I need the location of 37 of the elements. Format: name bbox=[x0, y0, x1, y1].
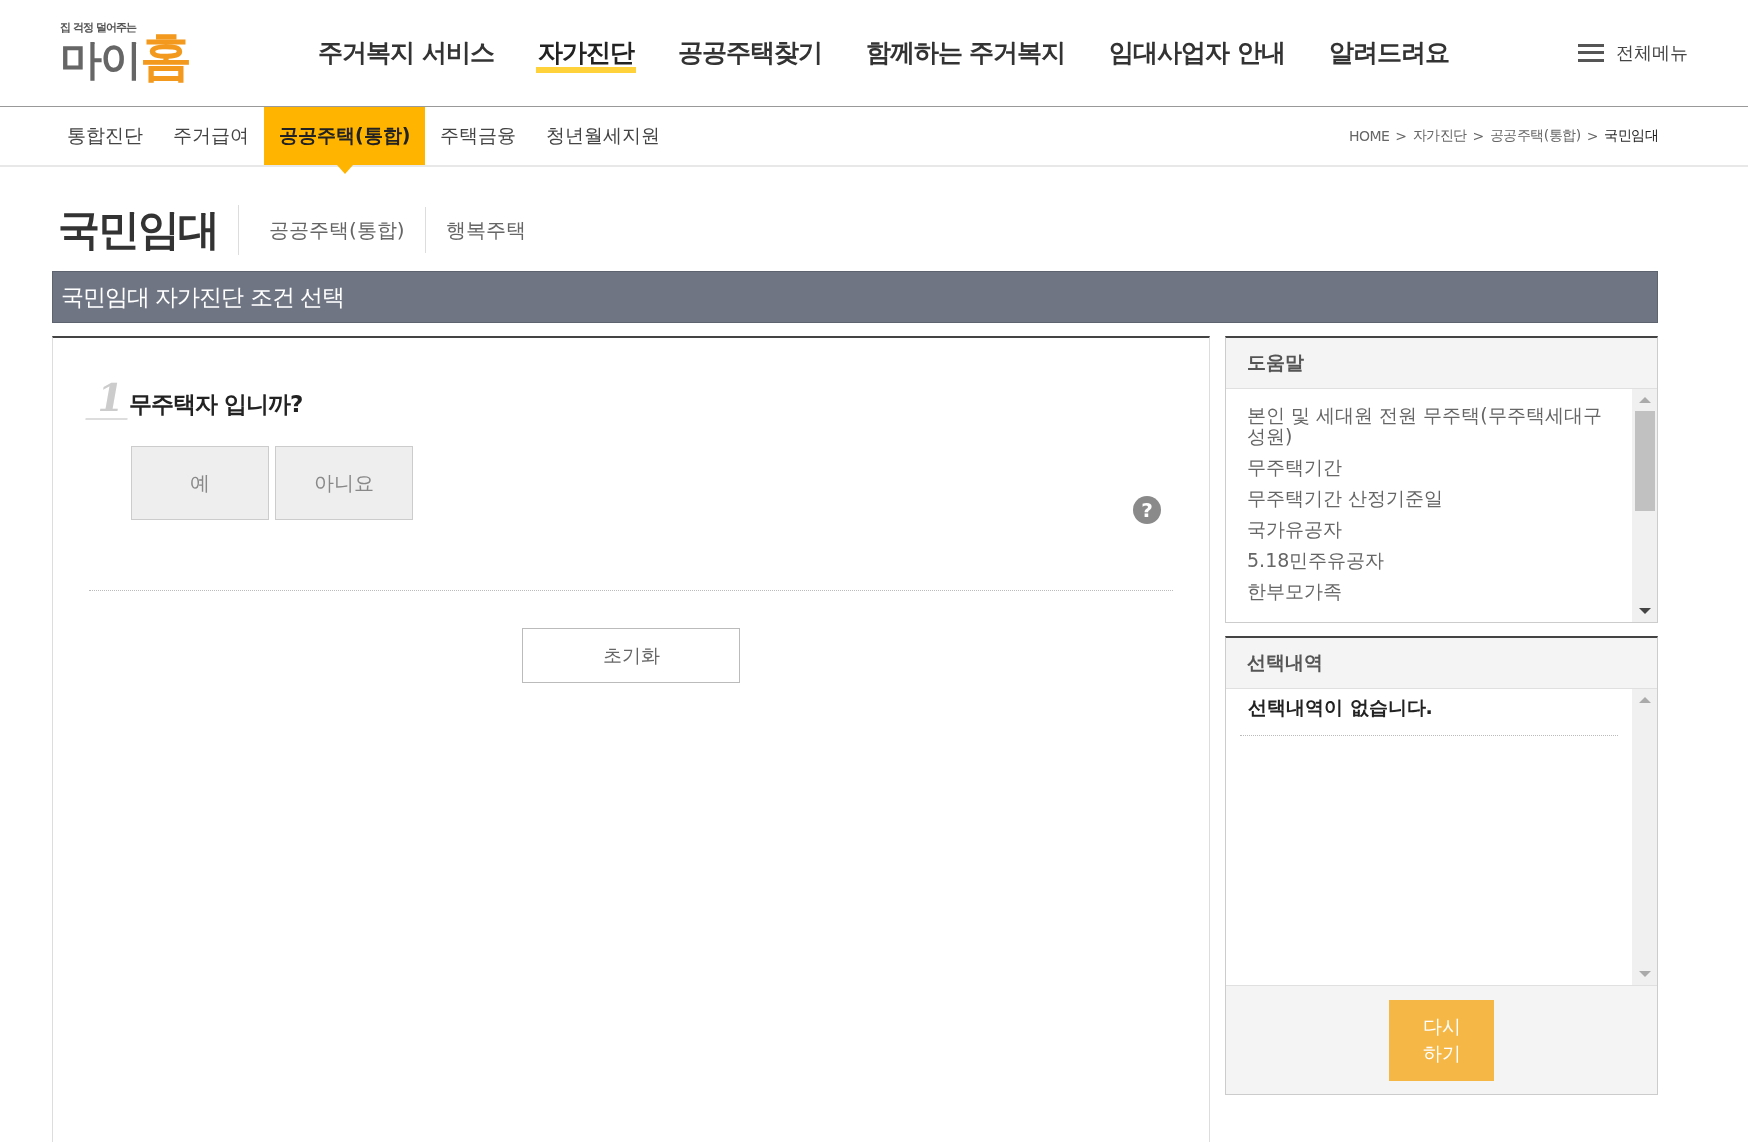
menu-icon[interactable] bbox=[1578, 44, 1604, 62]
tab-pointer-icon bbox=[336, 165, 353, 174]
breadcrumb-link[interactable]: 자가진단 bbox=[1412, 127, 1467, 145]
main-nav-link[interactable]: 공공주택찾기 bbox=[675, 39, 824, 67]
empty-message: 선택내역이 없습니다. bbox=[1240, 689, 1618, 736]
help-topic-link[interactable]: 무주택기간 산정기준일 bbox=[1247, 488, 1612, 509]
sub-nav-tab[interactable]: 통합진단 bbox=[52, 107, 158, 165]
help-topic-link[interactable]: 5.18민주유공자 bbox=[1247, 550, 1612, 571]
main-nav-link[interactable]: 임대사업자 안내 bbox=[1107, 39, 1288, 67]
breadcrumb-link[interactable]: HOME bbox=[1348, 128, 1390, 144]
scrollbar[interactable] bbox=[1632, 689, 1657, 985]
breadcrumb-separator: > bbox=[1472, 128, 1484, 144]
page-link[interactable]: 행복주택 bbox=[425, 207, 546, 253]
help-topic-link[interactable]: 국가유공자 bbox=[1247, 519, 1612, 540]
logo-tagline: 집 걱정 덜어주는 bbox=[60, 19, 138, 35]
main-nav-link[interactable]: 주거복지 서비스 bbox=[316, 39, 496, 67]
reset-button[interactable]: 초기화 bbox=[522, 628, 740, 683]
breadcrumb-link[interactable]: 공공주택(통합) bbox=[1489, 127, 1581, 145]
logo[interactable]: 마이홈 bbox=[60, 34, 210, 81]
page-link[interactable]: 공공주택(통합) bbox=[249, 207, 426, 253]
page-title: 국민임대 bbox=[58, 205, 239, 255]
scrollbar[interactable] bbox=[1632, 389, 1657, 622]
sub-nav-tab[interactable]: 주택금융 bbox=[425, 107, 532, 165]
section-title-bar: 국민임대 자가진단 조건 선택 bbox=[52, 271, 1658, 323]
main-nav-link[interactable]: 함께하는 주거복지 bbox=[863, 39, 1068, 67]
sub-nav-tab[interactable]: 청년월세지원 bbox=[531, 107, 676, 165]
main-nav-link[interactable]: 자가진단 bbox=[535, 39, 636, 73]
breadcrumb-link[interactable]: 국민임대 bbox=[1604, 127, 1658, 145]
help-topic-link[interactable]: 한부모가족 bbox=[1247, 581, 1612, 602]
all-menu-link[interactable]: 전체메뉴 bbox=[1616, 41, 1688, 65]
main-nav-link[interactable]: 알려드려요 bbox=[1327, 39, 1452, 67]
sub-nav-tab[interactable]: 주거급여 bbox=[158, 107, 264, 165]
help-topic-link[interactable]: 본인 및 세대원 전원 무주택(무주택세대구성원) bbox=[1247, 405, 1612, 447]
breadcrumb-separator: > bbox=[1586, 128, 1598, 144]
help-icon[interactable]: ? bbox=[1133, 496, 1161, 524]
help-topic-link[interactable]: 무주택기간 bbox=[1247, 457, 1612, 478]
breadcrumb-separator: > bbox=[1395, 128, 1407, 144]
